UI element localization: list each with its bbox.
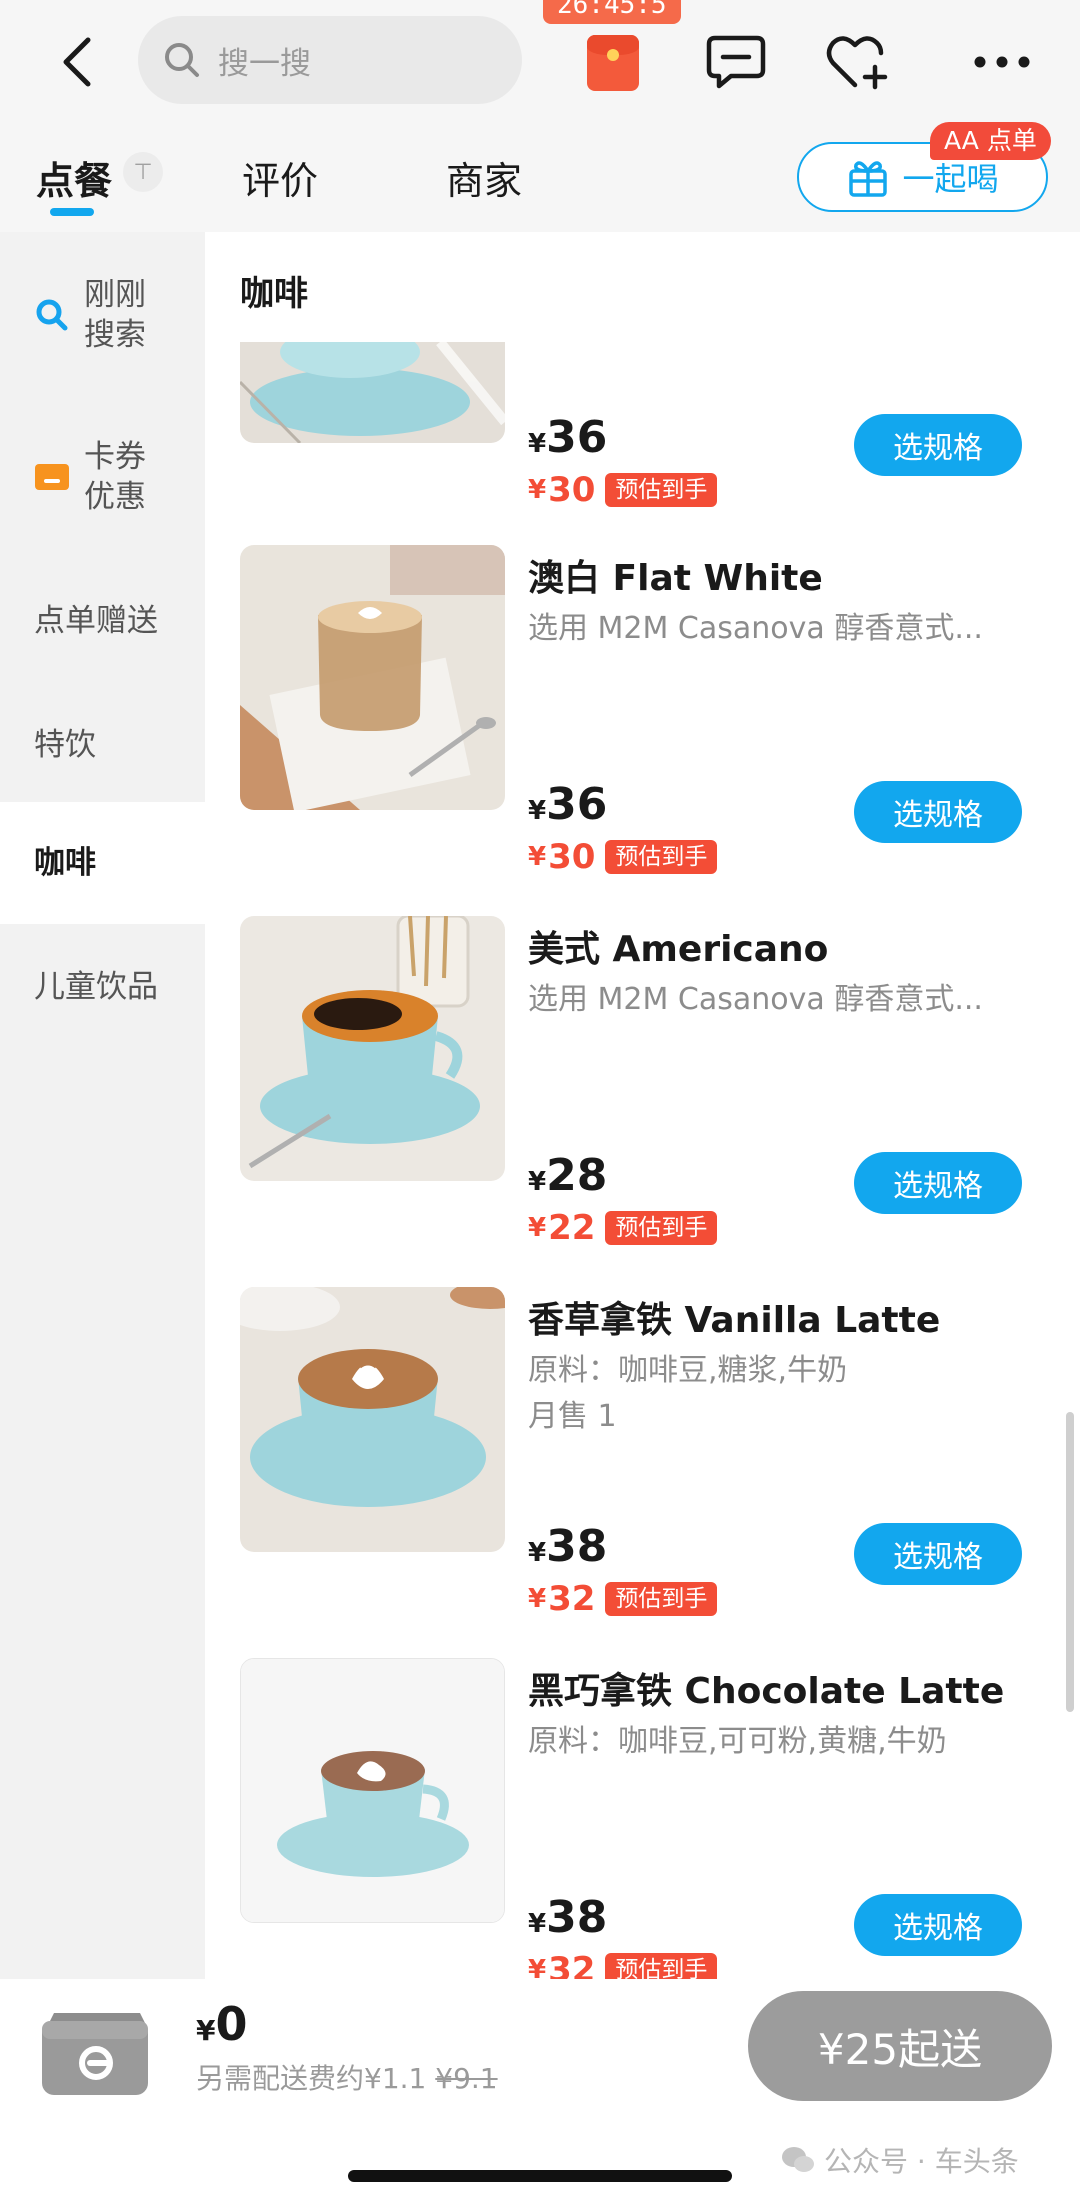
deal-tag: 预估到手 (605, 1582, 718, 1616)
search-input[interactable]: 搜一搜 (138, 16, 522, 104)
tab-bar: 点餐 ⊤ 评价 商家 一起喝 AA 点单 (0, 122, 1080, 232)
deal-tag: 预估到手 (605, 840, 718, 874)
sidebar-item-coupons[interactable]: 卡券 优惠 (0, 432, 205, 522)
sidebar-item-label: 点单赠送 (34, 603, 158, 639)
tab-order[interactable]: 点餐 (36, 150, 112, 205)
search-icon (165, 43, 199, 77)
red-packet-icon[interactable] (587, 35, 639, 91)
search-icon (36, 299, 68, 331)
deal-tag: 预估到手 (605, 473, 718, 507)
select-spec-button[interactable]: 选规格 (854, 1894, 1022, 1956)
sidebar-item-label: 搜索 (84, 317, 146, 353)
top-bar: 搜一搜 26:45:5 (0, 0, 1080, 122)
tab-merchant[interactable]: 商家 (446, 150, 522, 205)
min-order-button[interactable]: ¥25起送 (748, 1991, 1052, 2101)
message-button[interactable] (700, 26, 772, 98)
product-deal: ¥22 预估到手 (528, 1208, 718, 1248)
cart-button[interactable] (34, 1991, 154, 2099)
product-name: 黑巧拿铁 Chocolate Latte (528, 1671, 1005, 1712)
favorite-button[interactable] (822, 26, 894, 98)
aa-order-badge: AA 点单 (930, 122, 1051, 160)
product-image (240, 1287, 505, 1552)
sidebar-item-label: 儿童饮品 (34, 969, 158, 1005)
sidebar-item-kids[interactable]: 儿童饮品 (0, 962, 205, 1012)
product-price: ¥36 (528, 412, 608, 463)
product-name: 澳白 Flat White (528, 558, 823, 599)
more-button[interactable] (966, 26, 1038, 98)
delivery-original-fee: ¥9.1 (435, 2062, 498, 2095)
active-tab-indicator (50, 208, 94, 216)
sidebar-item-label: 卡券 (84, 439, 146, 475)
product-monthly-sales: 月售 1 (528, 1399, 617, 1434)
sidebar-item-coffee[interactable]: 咖啡 (0, 838, 205, 888)
scrollbar[interactable] (1066, 1412, 1074, 1712)
message-icon (706, 35, 766, 89)
section-title: 咖啡 (240, 274, 308, 314)
more-icon (974, 56, 1030, 68)
chevron-left-icon (63, 37, 91, 87)
page: 搜一搜 26:45:5 点餐 ⊤ 评价 商家 一起喝 AA 点单 刚刚 搜索 卡… (0, 0, 1080, 2207)
product-price: ¥28 (528, 1150, 608, 1201)
select-spec-button[interactable]: 选规格 (854, 781, 1022, 843)
select-spec-button[interactable]: 选规格 (854, 1523, 1022, 1585)
product-description: 选用 M2M Casanova 醇香意式... (528, 982, 983, 1017)
sidebar-item-gift[interactable]: 点单赠送 (0, 596, 205, 646)
home-indicator[interactable] (348, 2170, 732, 2182)
pin-icon[interactable]: ⊤ (123, 152, 163, 192)
product-price: ¥38 (528, 1892, 608, 1943)
product-price: ¥36 (528, 779, 608, 830)
cart-total: ¥0 (196, 1997, 248, 2051)
sidebar-item-label: 优惠 (84, 479, 146, 515)
coupon-icon (35, 464, 69, 490)
product-deal: ¥30 预估到手 (528, 470, 718, 510)
sidebar-item-label: 刚刚 (84, 277, 146, 313)
deal-tag: 预估到手 (605, 1211, 718, 1245)
category-sidebar: 刚刚 搜索 卡券 优惠 点单赠送 特饮 咖啡 儿童饮品 (0, 232, 205, 1979)
countdown-timer: 26:45:5 (543, 0, 681, 24)
sidebar-item-special[interactable]: 特饮 (0, 720, 205, 770)
select-spec-button[interactable]: 选规格 (854, 414, 1022, 476)
product-price: ¥38 (528, 1521, 608, 1572)
delivery-fee: 另需配送费约¥1.1 ¥9.1 (196, 2062, 498, 2095)
back-button[interactable] (42, 26, 114, 98)
gift-icon (849, 161, 888, 197)
sidebar-item-recent-search[interactable]: 刚刚 搜索 (0, 270, 205, 360)
sidebar-item-label: 咖啡 (34, 845, 96, 881)
search-placeholder: 搜一搜 (218, 45, 311, 82)
tab-reviews[interactable]: 评价 (242, 150, 318, 205)
product-deal: ¥30 预估到手 (528, 837, 718, 877)
product-description: 选用 M2M Casanova 醇香意式... (528, 611, 983, 646)
heart-plus-icon (826, 36, 888, 90)
watermark: 公众号 · 车头条 (780, 2140, 1019, 2180)
group-order-label: 一起喝 (902, 160, 999, 198)
product-image (240, 916, 505, 1181)
product-name: 香草拿铁 Vanilla Latte (528, 1300, 941, 1341)
select-spec-button[interactable]: 选规格 (854, 1152, 1022, 1214)
wechat-icon (782, 2147, 814, 2172)
sidebar-item-label: 特饮 (34, 727, 96, 763)
product-description: 原料：咖啡豆,可可粉,黄糖,牛奶 (528, 1724, 947, 1759)
product-description: 原料：咖啡豆,糖浆,牛奶 (528, 1353, 848, 1388)
product-image (240, 545, 505, 810)
product-image (240, 342, 505, 443)
product-image (240, 1658, 505, 1923)
cart-box-icon (42, 2013, 148, 2095)
product-name: 美式 Americano (528, 929, 829, 970)
product-deal: ¥32 预估到手 (528, 1579, 718, 1619)
